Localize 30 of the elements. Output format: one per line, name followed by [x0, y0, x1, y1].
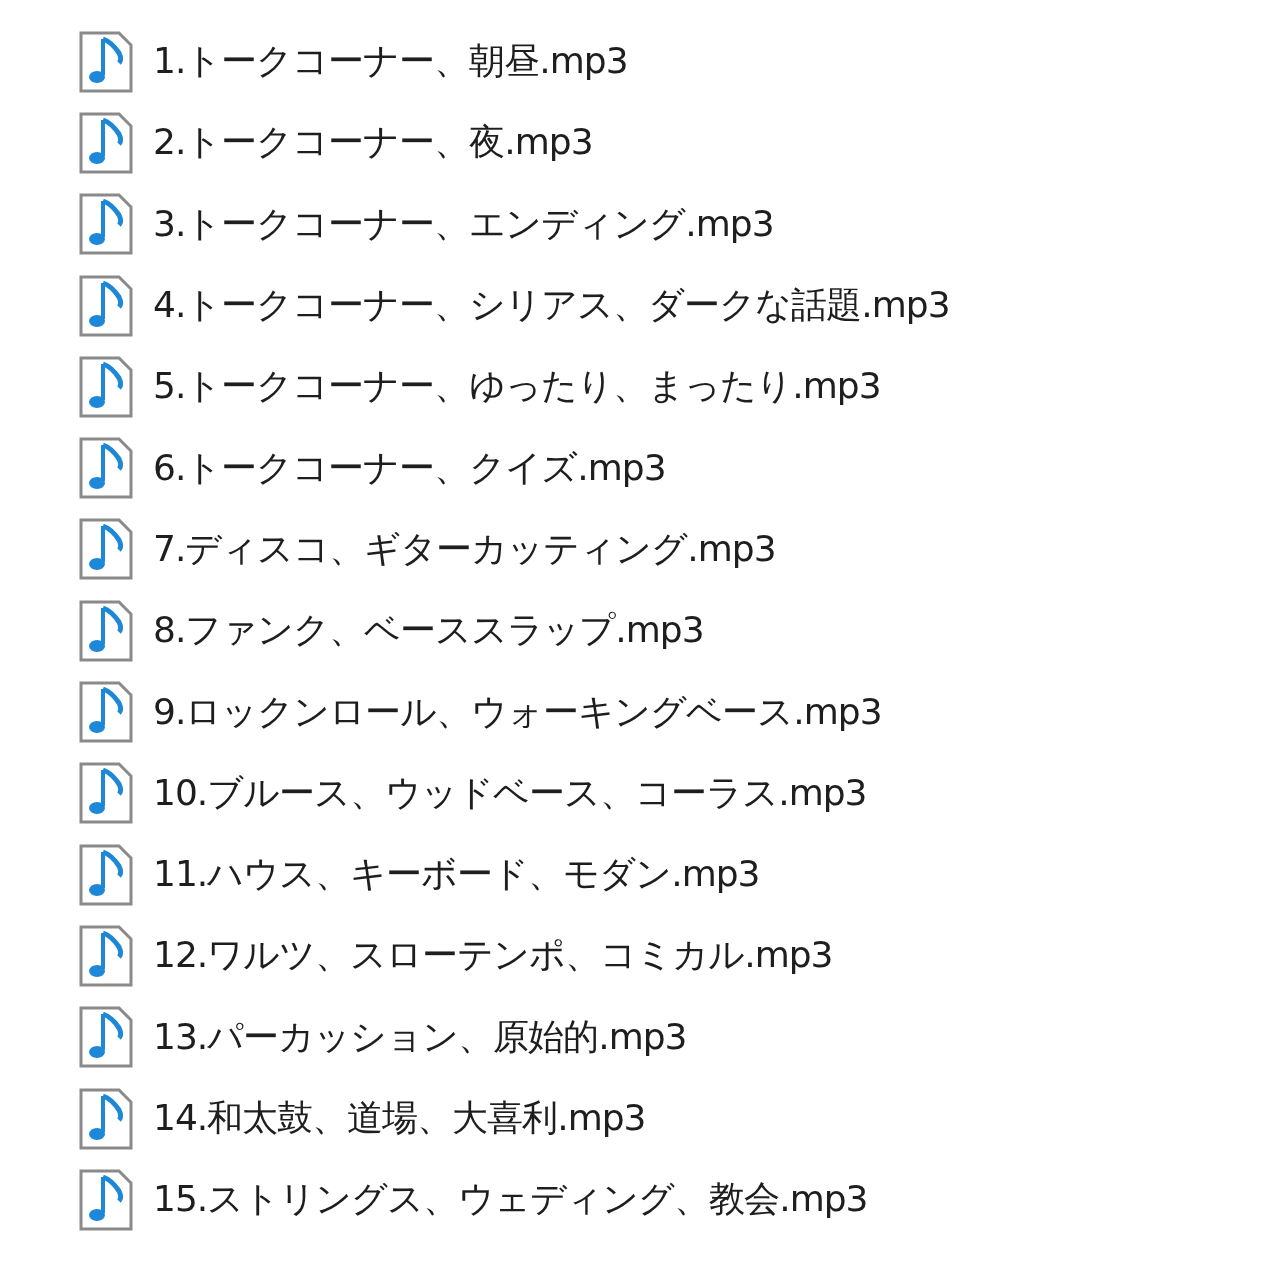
music-file-icon [79, 762, 133, 825]
music-file-icon [79, 193, 133, 256]
music-file-icon [79, 355, 133, 418]
music-file-icon [79, 518, 133, 581]
file-name[interactable]: 11.ハウス、キーボード、モダン.mp3 [153, 850, 760, 900]
music-file-icon [79, 1006, 133, 1069]
music-file-icon [79, 1087, 133, 1150]
music-file-icon [79, 30, 133, 93]
music-file-icon [79, 924, 133, 987]
file-name[interactable]: 15.ストリングス、ウェディング、教会.mp3 [153, 1175, 868, 1225]
file-name[interactable]: 6.トークコーナー、クイズ.mp3 [153, 443, 666, 493]
music-file-icon [79, 274, 133, 337]
file-name[interactable]: 10.ブルース、ウッドベース、コーラス.mp3 [153, 768, 867, 818]
file-name[interactable]: 4.トークコーナー、シリアス、ダークな話題.mp3 [153, 281, 950, 331]
file-name[interactable]: 3.トークコーナー、エンディング.mp3 [153, 199, 774, 249]
music-file-icon [79, 111, 133, 174]
music-file-icon [79, 1168, 133, 1231]
music-file-icon [79, 843, 133, 906]
file-name[interactable]: 7.ディスコ、ギターカッティング.mp3 [153, 524, 776, 574]
file-name[interactable]: 9.ロックンロール、ウォーキングベース.mp3 [153, 687, 882, 737]
music-file-icon [79, 437, 133, 500]
file-name[interactable]: 14.和太鼓、道場、大喜利.mp3 [153, 1094, 646, 1143]
file-name[interactable]: 13.パーカッション、原始的.mp3 [153, 1012, 687, 1062]
file-name[interactable]: 1.トークコーナー、朝昼.mp3 [153, 37, 628, 87]
music-file-icon [79, 599, 133, 662]
music-file-icon [79, 681, 133, 743]
file-name[interactable]: 8.ファンク、ベーススラップ.mp3 [153, 606, 704, 656]
file-name[interactable]: 12.ワルツ、スローテンポ、コミカル.mp3 [153, 931, 833, 981]
file-name[interactable]: 2.トークコーナー、夜.mp3 [153, 118, 593, 168]
file-name[interactable]: 5.トークコーナー、ゆったり、まったり.mp3 [153, 362, 881, 412]
